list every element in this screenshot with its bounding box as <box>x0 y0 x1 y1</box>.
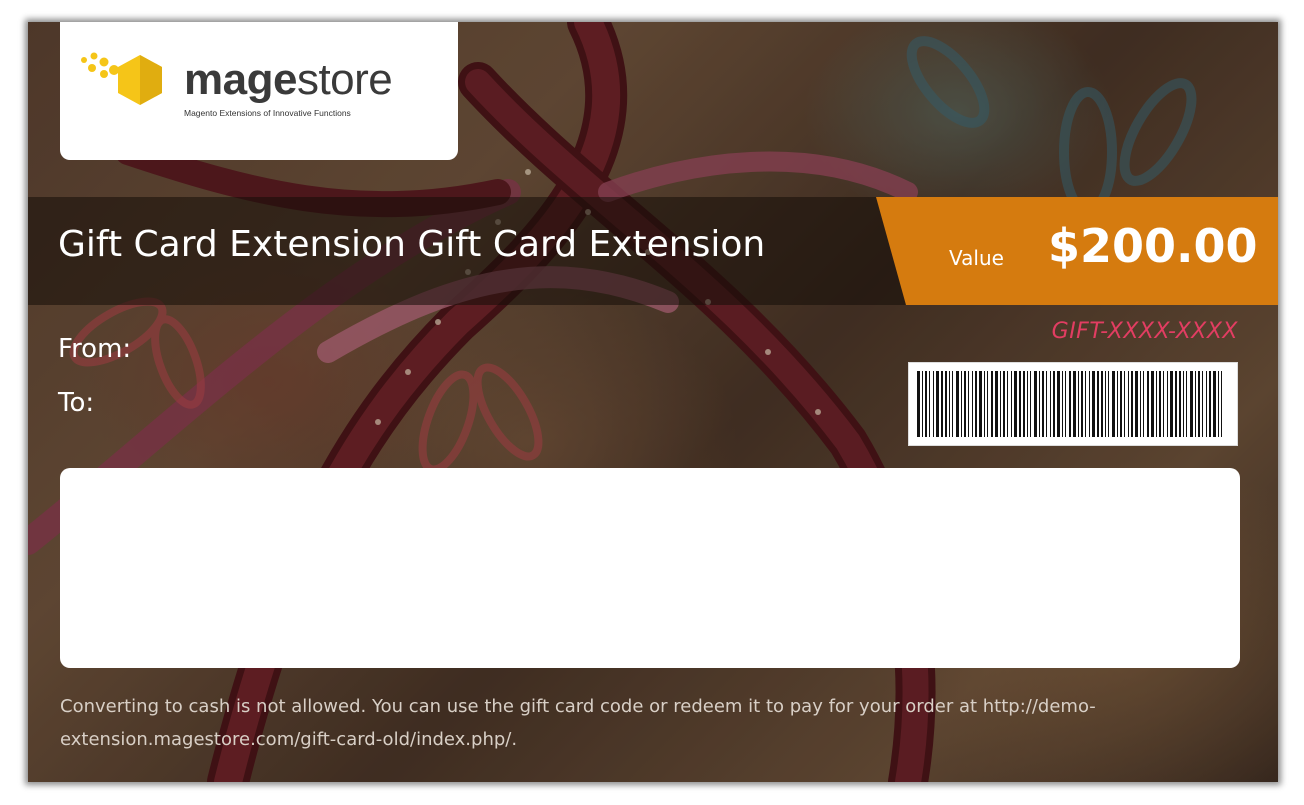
barcode-icon <box>917 371 1222 437</box>
barcode <box>908 362 1238 446</box>
footer-note: Converting to cash is not allowed. You c… <box>60 696 1096 750</box>
from-label: From: <box>58 334 132 364</box>
logo-tagline: Magento Extensions of Innovative Functio… <box>184 108 351 118</box>
value-amount: $200.00 <box>1048 219 1258 273</box>
message-box <box>60 468 1240 668</box>
logo-wordmark: magestore <box>184 55 393 104</box>
hexagon-logo-icon <box>81 52 162 105</box>
gift-code: GIFT-XXXX-XXXX <box>1051 319 1238 344</box>
to-label: To: <box>58 388 95 418</box>
logo[interactable]: magestore Magento Extensions of Innovati… <box>60 22 458 160</box>
value-label: Value <box>949 246 1004 270</box>
card-title: Gift Card Extension Gift Card Extension <box>58 224 766 265</box>
gift-card: magestore Magento Extensions of Innovati… <box>28 22 1278 782</box>
